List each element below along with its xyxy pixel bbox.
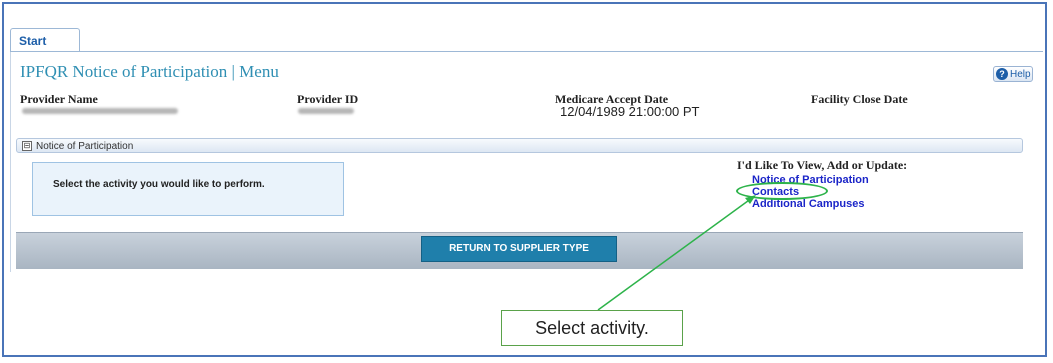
annotation-arrow	[597, 195, 756, 311]
annotation-callout: Select activity.	[501, 310, 683, 346]
